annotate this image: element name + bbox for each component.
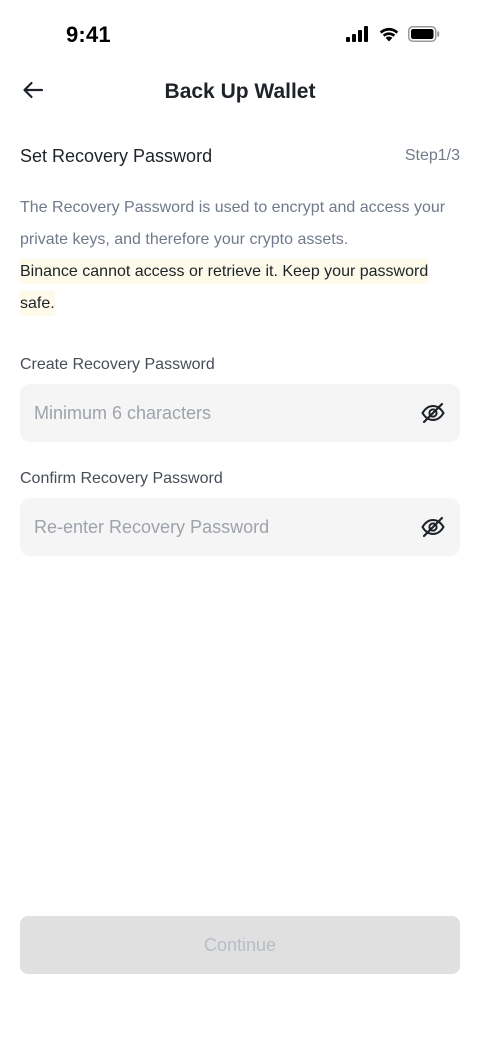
step-indicator: Step1/3 [404,147,460,164]
wifi-icon [378,26,400,47]
create-password-input[interactable] [34,384,404,442]
create-password-field-box [20,384,460,442]
confirm-password-label: Confirm Recovery Password [20,470,223,487]
eye-off-icon[interactable] [420,515,446,539]
create-password-label: Create Recovery Password [20,356,215,373]
confirm-password-field-box [20,498,460,556]
warning-text: Binance cannot access or retrieve it. Ke… [20,259,429,316]
page-title: Back Up Wallet [164,80,316,103]
confirm-password-input[interactable] [34,498,404,556]
warning-text-block: Binance cannot access or retrieve it. Ke… [20,256,460,320]
section-header: Set Recovery Password Step1/3 [20,140,460,172]
backup-wallet-screen: 9:41 Back Up Wallet Set Recovery Passwor… [0,0,480,1040]
status-bar: 9:41 [0,0,480,70]
nav-header: Back Up Wallet [0,70,480,114]
main-content: Set Recovery Password Step1/3 The Recove… [20,140,460,556]
eye-off-icon[interactable] [420,401,446,425]
battery-icon [408,26,440,47]
continue-button[interactable]: Continue [20,916,460,974]
status-time: 9:41 [66,22,111,47]
section-title: Set Recovery Password [20,145,213,166]
cellular-signal-icon [346,26,370,47]
status-icons [346,26,440,47]
description-text: The Recovery Password is used to encrypt… [20,199,446,248]
